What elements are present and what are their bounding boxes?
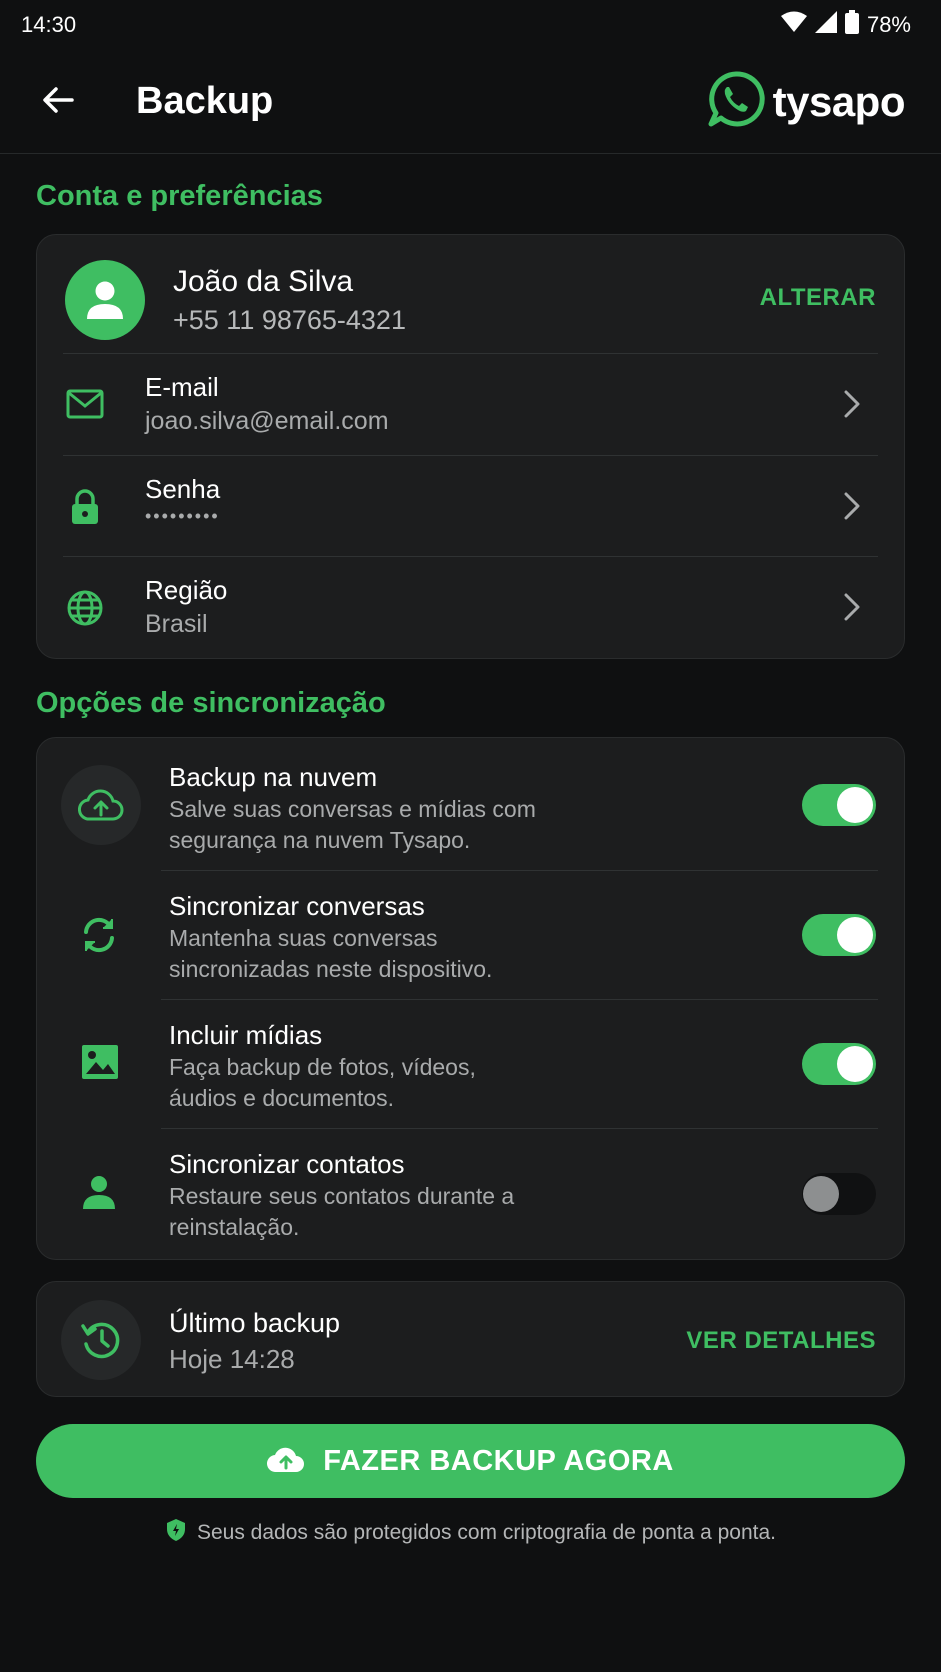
- sync-icon: [79, 915, 119, 955]
- cloud-backup-toggle[interactable]: [802, 784, 876, 826]
- account-row-password[interactable]: Senha •••••••••: [37, 456, 904, 557]
- region-label: Região: [145, 575, 228, 605]
- last-backup-title: Último backup: [169, 1308, 341, 1338]
- back-arrow-icon[interactable]: [38, 80, 78, 120]
- account-card: João da Silva +55 11 98765-4321 ALTERAR …: [36, 234, 905, 659]
- shield-icon: [165, 1518, 187, 1548]
- sync-item-contacts: Sincronizar contatos Restaure seus conta…: [37, 1129, 904, 1259]
- battery-icon: [844, 10, 859, 40]
- chat-phone-logo-icon: [707, 70, 765, 133]
- sync-item-media: Incluir mídias Faça backup de fotos, víd…: [37, 1000, 904, 1128]
- view-details-button[interactable]: VER DETALHES: [686, 1327, 876, 1355]
- mail-icon: [65, 388, 105, 420]
- last-backup-value: Hoje 14:28: [169, 1344, 295, 1374]
- chevron-right-icon: [840, 592, 864, 622]
- sync-item-title: Sincronizar contatos: [169, 1149, 405, 1179]
- cloud-upload-icon: [61, 765, 141, 845]
- last-backup-card: Último backup Hoje 14:28 VER DETALHES: [36, 1281, 905, 1397]
- avatar: [65, 260, 145, 340]
- wifi-icon: [780, 11, 807, 39]
- cloud-upload-icon: [267, 1445, 305, 1478]
- region-value: Brasil: [145, 610, 208, 638]
- status-bar: 14:30 78%: [0, 0, 941, 50]
- email-value: joao.silva@email.com: [145, 407, 389, 435]
- cellular-signal-icon: [814, 11, 837, 39]
- person-avatar-icon: [87, 281, 123, 319]
- status-indicators: 78%: [780, 10, 911, 40]
- sync-item-desc: Mantenha suas conversas sincronizadas nes…: [169, 925, 493, 982]
- email-label: E-mail: [145, 372, 219, 402]
- image-icon: [81, 1044, 119, 1080]
- profile-row: João da Silva +55 11 98765-4321 ALTERAR: [37, 235, 904, 361]
- lock-icon: [69, 488, 101, 526]
- status-time: 14:30: [21, 12, 77, 37]
- account-row-email[interactable]: E-mail joao.silva@email.com: [37, 354, 904, 455]
- globe-icon: [65, 588, 105, 628]
- chevron-right-icon: [840, 491, 864, 521]
- backup-now-button[interactable]: FAZER BACKUP AGORA: [36, 1424, 905, 1498]
- sync-item-title: Incluir mídias: [169, 1020, 323, 1050]
- profile-name: João da Silva: [173, 265, 354, 298]
- chevron-right-icon: [840, 389, 864, 419]
- sync-card: Backup na nuvem Salve suas conversas e m…: [36, 737, 905, 1260]
- section-title-sync: Opções de sincronização: [36, 687, 386, 719]
- sync-item-desc: Restaure seus contatos durante a reinstal…: [169, 1183, 515, 1240]
- sync-item-cloud-backup: Backup na nuvem Salve suas conversas e m…: [37, 738, 904, 870]
- sync-item-desc: Faça backup de fotos, vídeos, áudios e do…: [169, 1054, 476, 1111]
- profile-phone: +55 11 98765-4321: [173, 305, 406, 335]
- sync-item-title: Backup na nuvem: [169, 762, 378, 792]
- change-account-button[interactable]: ALTERAR: [760, 284, 876, 312]
- app-bar: Backup tysapo: [0, 50, 941, 154]
- section-title-account: Conta e preferências: [36, 180, 323, 212]
- brand-name: tysapo: [772, 77, 906, 125]
- history-icon: [61, 1300, 141, 1380]
- battery-percent: 78%: [866, 12, 911, 37]
- page-title: Backup: [136, 80, 274, 122]
- backup-now-label: FAZER BACKUP AGORA: [323, 1444, 674, 1477]
- password-label: Senha: [145, 474, 221, 504]
- brand-logo: tysapo: [707, 70, 906, 133]
- sync-contacts-toggle[interactable]: [802, 1173, 876, 1215]
- sync-conversations-toggle[interactable]: [802, 914, 876, 956]
- sync-item-desc: Salve suas conversas e mídias com seguran…: [169, 796, 536, 853]
- security-note: Seus dados são protegidos com criptograf…: [0, 1518, 941, 1548]
- password-value: •••••••••: [145, 506, 220, 526]
- sync-item-conversations: Sincronizar conversas Mantenha suas conv…: [37, 871, 904, 999]
- account-row-region[interactable]: Região Brasil: [37, 557, 904, 658]
- security-note-text: Seus dados são protegidos com criptograf…: [196, 1521, 777, 1544]
- sync-item-title: Sincronizar conversas: [169, 891, 425, 921]
- include-media-toggle[interactable]: [802, 1043, 876, 1085]
- person-icon: [81, 1173, 117, 1211]
